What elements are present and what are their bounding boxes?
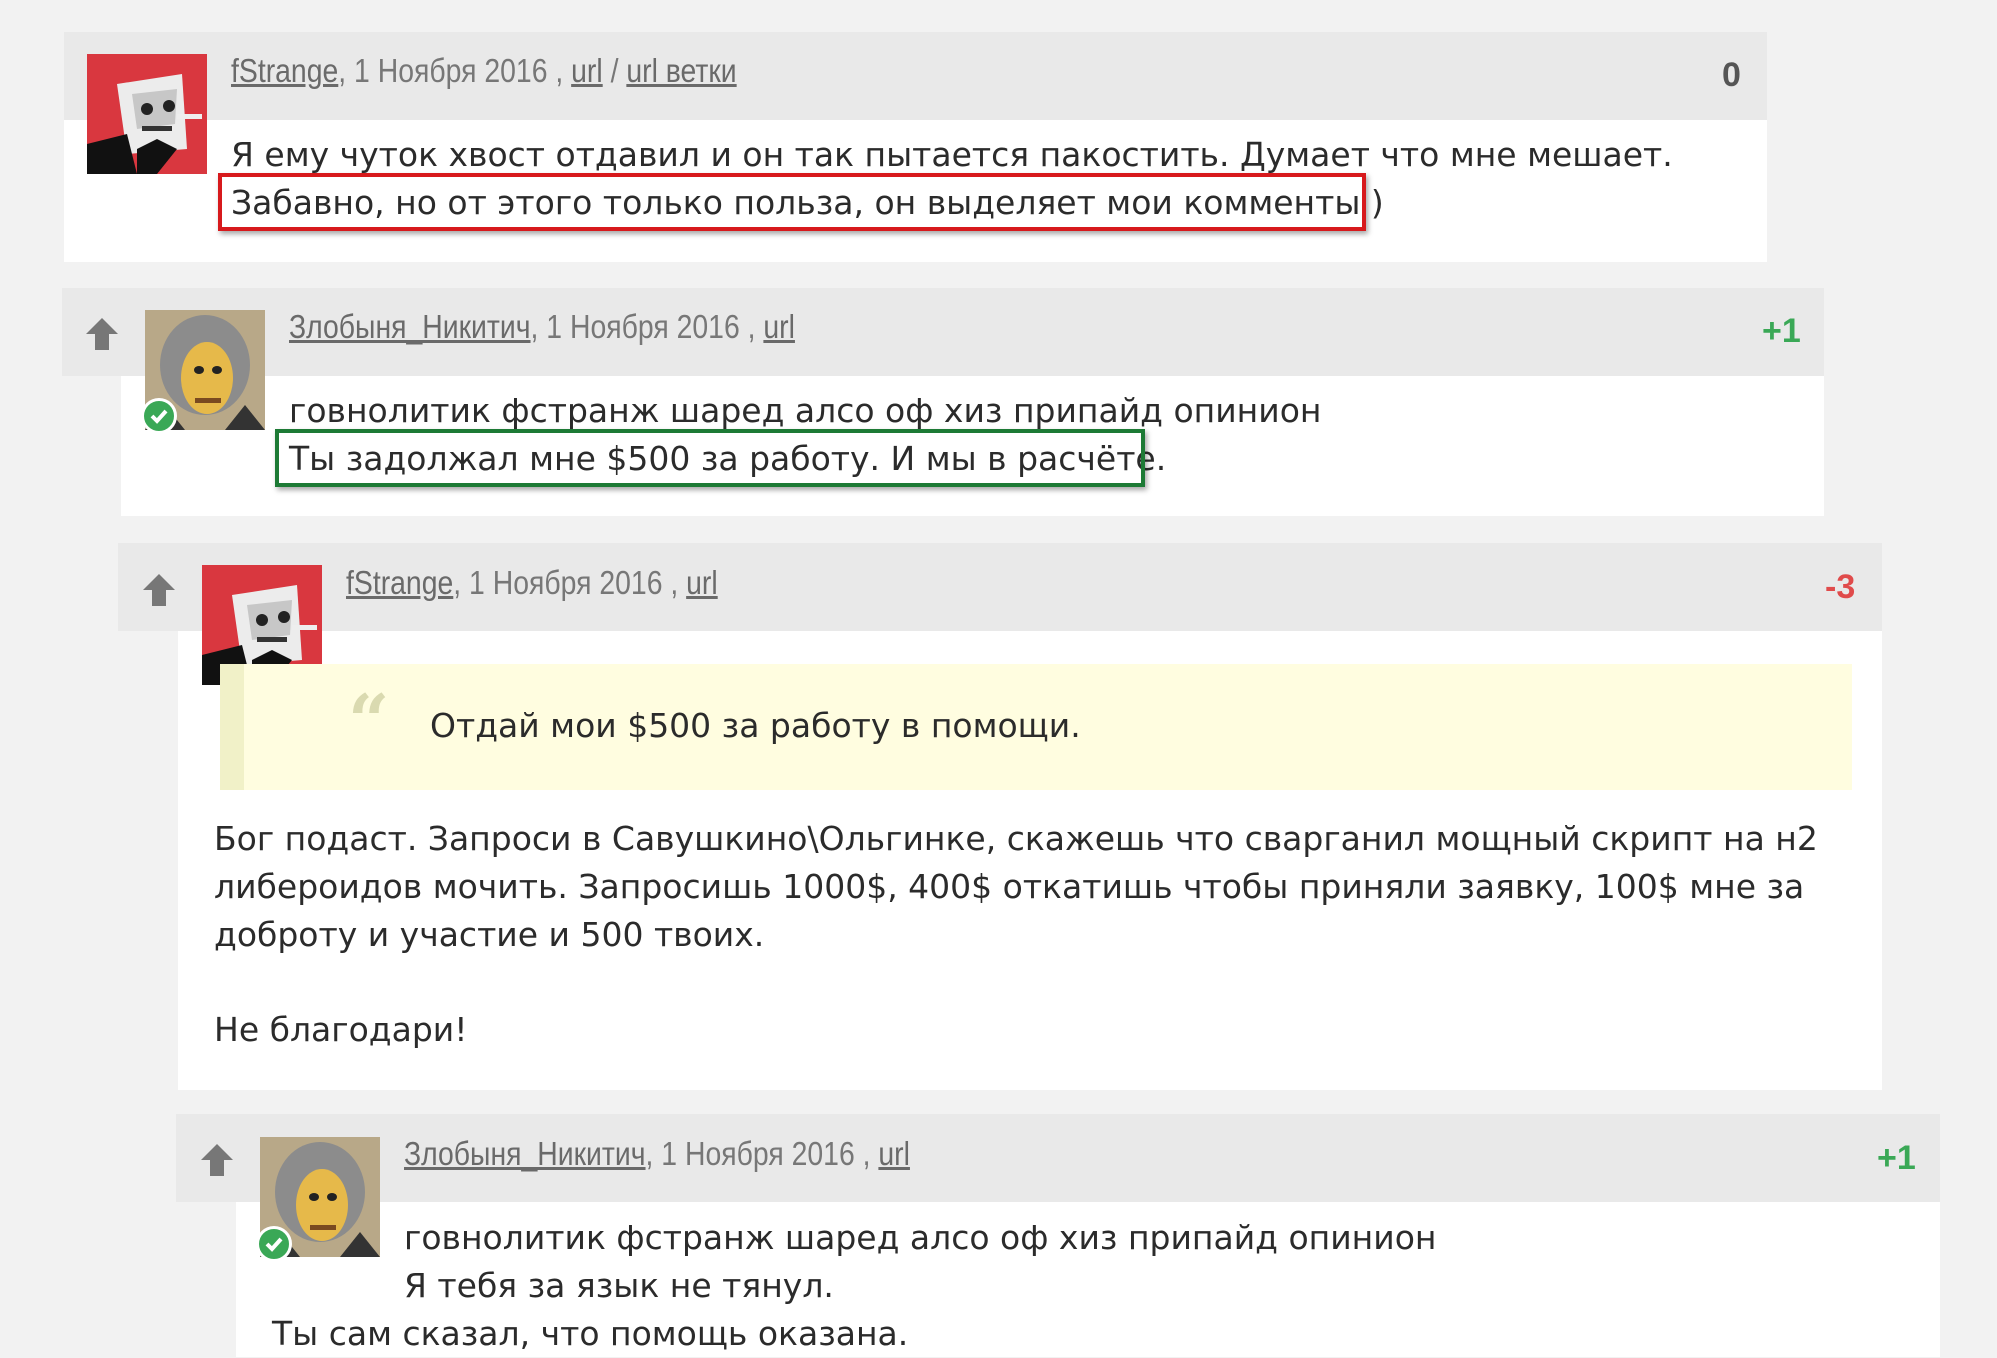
quote-bar xyxy=(220,664,244,790)
comment-line: говнолитик фстранж шаред алсо оф хиз при… xyxy=(289,391,1322,430)
url-link[interactable]: url xyxy=(686,564,718,601)
url-link[interactable]: url xyxy=(571,52,603,89)
verified-check-icon xyxy=(256,1226,292,1262)
comment-line: доброту и участие и 500 твоих. xyxy=(214,915,765,954)
upvote-arrow-icon[interactable] xyxy=(200,1142,234,1178)
comment-score: 0 xyxy=(1722,56,1741,94)
author-link[interactable]: fStrange xyxy=(231,52,338,89)
url-link[interactable]: url xyxy=(878,1135,910,1172)
comment-date: , 1 Ноября 2016 , xyxy=(453,564,687,601)
comment-line: Бог подаст. Запроси в Савушкино\Ольгинке… xyxy=(214,819,1818,858)
author-link[interactable]: Злобыня_Никитич xyxy=(289,308,531,345)
quote-mark-icon: “ xyxy=(348,678,390,763)
comment-score: +1 xyxy=(1877,1139,1916,1177)
comment-date: , 1 Ноября 2016 , xyxy=(645,1135,879,1172)
branch-url-link[interactable]: url ветки xyxy=(626,52,736,89)
separator: / xyxy=(602,52,627,89)
verified-check-icon xyxy=(141,398,177,434)
comment-score: -3 xyxy=(1825,568,1856,606)
url-link[interactable]: url xyxy=(763,308,795,345)
comment-score: +1 xyxy=(1762,312,1801,350)
comment-line: Я ему чуток хвост отдавил и он так пытае… xyxy=(231,135,1673,174)
blockquote: “ Отдай мои $500 за работу в помощи. xyxy=(220,664,1852,790)
upvote-arrow-icon[interactable] xyxy=(85,316,119,352)
author-link[interactable]: fStrange xyxy=(346,564,453,601)
comment-line: говнолитик фстранж шаред алсо оф хиз при… xyxy=(404,1218,1437,1257)
comment-meta: fStrange, 1 Ноября 2016 , url / url ветк… xyxy=(231,52,737,90)
comment-meta: fStrange, 1 Ноября 2016 , url xyxy=(346,564,718,602)
comment-line: либероидов мочить. Запросишь 1000$, 400$… xyxy=(214,867,1805,906)
author-link[interactable]: Злобыня_Никитич xyxy=(404,1135,646,1172)
comment-line: Ты сам сказал, что помощь оказана. xyxy=(272,1314,909,1353)
quote-text: Отдай мои $500 за работу в помощи. xyxy=(430,706,1081,745)
comment-line: Я тебя за язык не тянул. xyxy=(404,1266,834,1305)
upvote-arrow-icon[interactable] xyxy=(142,572,176,608)
avatar-fstrange[interactable] xyxy=(87,54,207,174)
highlight-box-green xyxy=(275,429,1145,487)
comment-meta: Злобыня_Никитич, 1 Ноября 2016 , url xyxy=(289,308,795,346)
comment-line: Не благодари! xyxy=(214,1010,468,1049)
comment-meta: Злобыня_Никитич, 1 Ноября 2016 , url xyxy=(404,1135,910,1173)
highlight-box-red xyxy=(218,173,1366,231)
comment-date: , 1 Ноября 2016 , xyxy=(530,308,764,345)
comment-date: , 1 Ноября 2016 , xyxy=(338,52,572,89)
